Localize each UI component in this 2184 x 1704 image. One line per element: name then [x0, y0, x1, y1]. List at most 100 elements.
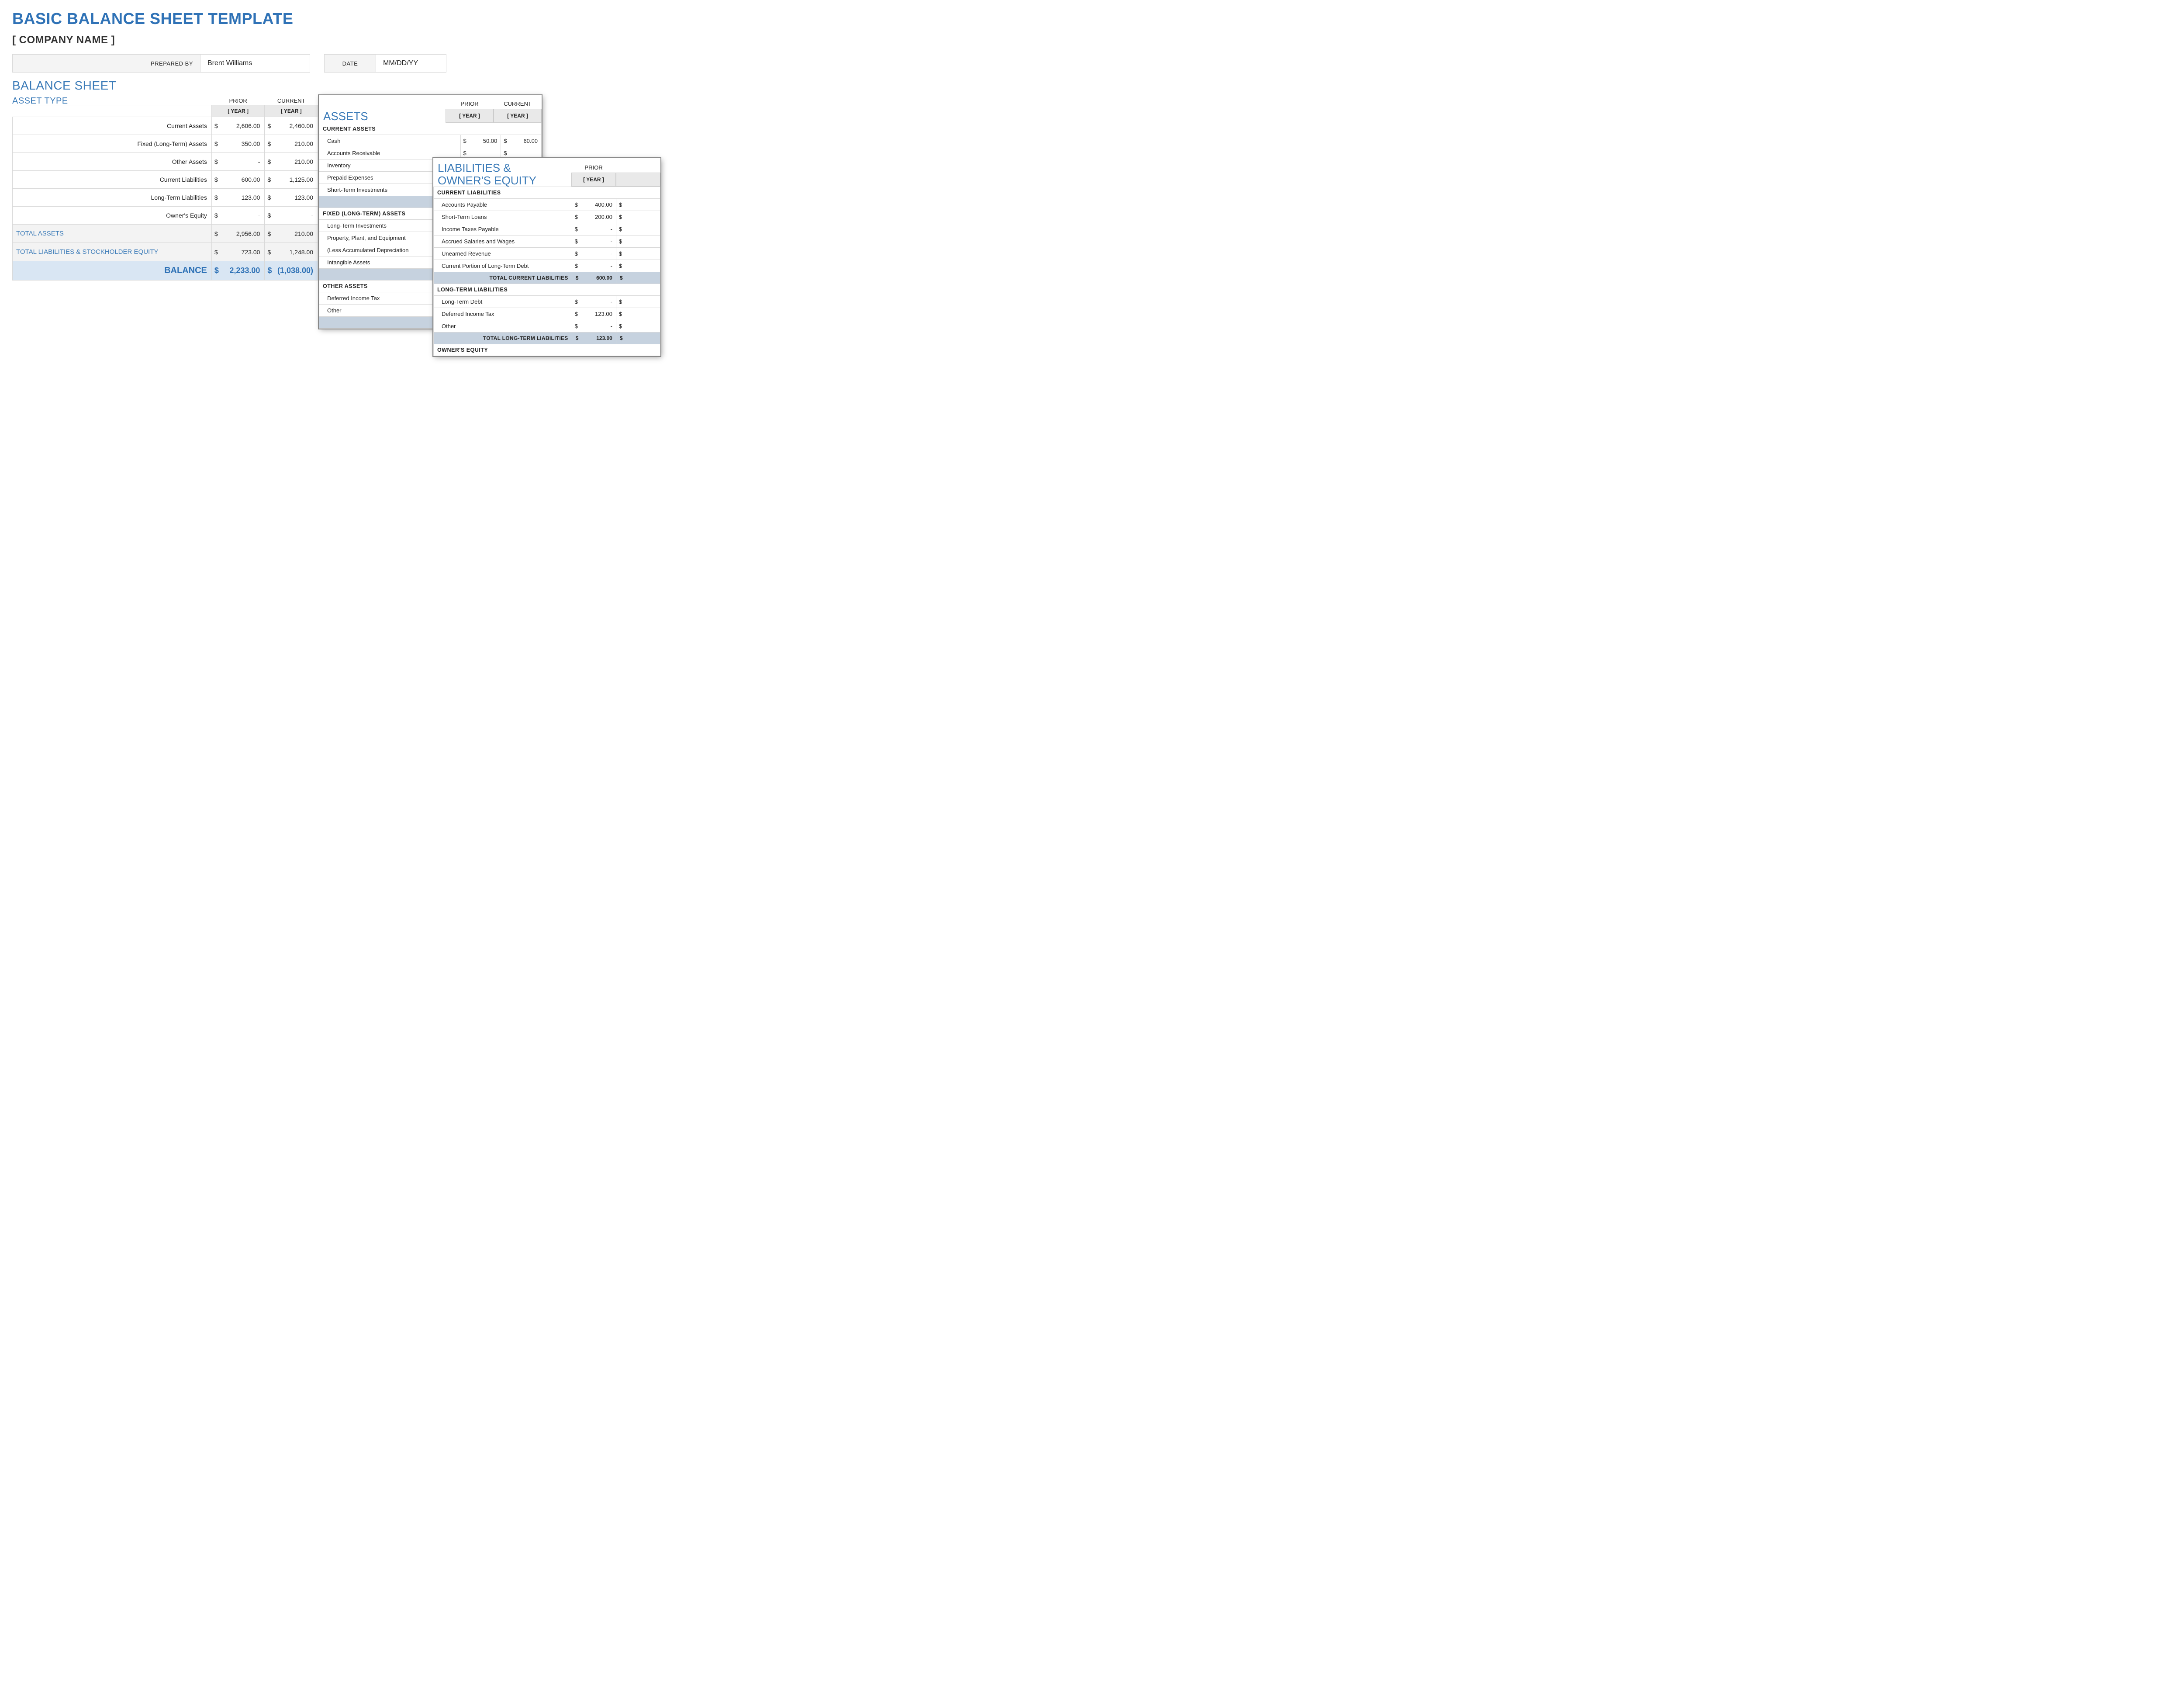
detail-prior[interactable]: -: [582, 260, 616, 272]
group-total-prior: 600.00: [582, 272, 616, 284]
detail-prior[interactable]: 200.00: [582, 211, 616, 223]
detail-prior[interactable]: -: [582, 296, 616, 308]
detail-label: Unearned Revenue: [434, 248, 572, 260]
detail-label: Cash: [319, 135, 461, 147]
detail-row: Cash$50.00$60.00: [319, 135, 542, 147]
row-current[interactable]: 210.00: [273, 153, 318, 171]
detail-row: Long-Term Debt$-$: [434, 296, 660, 308]
detail-current[interactable]: [508, 147, 542, 159]
assets-prior-year[interactable]: [ YEAR ]: [446, 109, 494, 123]
row-label: Current Assets: [13, 117, 212, 135]
group-header: OWNER'S EQUITY: [434, 344, 660, 356]
balance-sheet-title: BALANCE SHEET: [12, 79, 318, 93]
row-current[interactable]: 2,460.00: [273, 117, 318, 135]
group-total-prior: 123.00: [582, 332, 616, 344]
date-box: DATE MM/DD/YY: [324, 54, 446, 73]
total-liab-equity-label: TOTAL LIABILITIES & STOCKHOLDER EQUITY: [13, 243, 212, 261]
detail-prior[interactable]: -: [582, 223, 616, 236]
row-current[interactable]: 123.00: [273, 189, 318, 207]
row-current[interactable]: 1,125.00: [273, 171, 318, 189]
assets-current-label: CURRENT: [494, 99, 542, 109]
row-prior[interactable]: 2,606.00: [221, 117, 265, 135]
balance-row: BALANCE $ 2,233.00 $ (1,038.00): [13, 261, 318, 281]
detail-row: Income Taxes Payable$-$: [434, 223, 660, 236]
balance-current: (1,038.00): [273, 261, 318, 281]
row-current[interactable]: -: [273, 207, 318, 225]
row-prior[interactable]: -: [221, 153, 265, 171]
liab-prior-label: PRIOR: [571, 163, 616, 173]
detail-label: Deferred Income Tax: [434, 308, 572, 320]
group-header: CURRENT ASSETS: [319, 123, 542, 135]
detail-label: Accrued Salaries and Wages: [434, 236, 572, 248]
detail-label: Accounts Payable: [434, 199, 572, 211]
detail-prior[interactable]: 123.00: [582, 308, 616, 320]
total-assets-label: TOTAL ASSETS: [13, 225, 212, 243]
detail-prior[interactable]: -: [582, 320, 616, 332]
group-total: TOTAL CURRENT LIABILITIES$600.00$: [434, 272, 660, 284]
row-label: Owner's Equity: [13, 207, 212, 225]
detail-label: Other: [434, 320, 572, 332]
balance-prior: 2,233.00: [221, 261, 265, 281]
date-label: DATE: [325, 55, 376, 72]
detail-prior[interactable]: [467, 147, 501, 159]
row-prior[interactable]: 350.00: [221, 135, 265, 153]
row-label: Fixed (Long-Term) Assets: [13, 135, 212, 153]
detail-label: Short-Term Loans: [434, 211, 572, 223]
col-current-year[interactable]: [ YEAR ]: [265, 105, 318, 117]
detail-label: Current Portion of Long-Term Debt: [434, 260, 572, 272]
balance-summary-row: Current Liabilities$600.00$1,125.00: [13, 171, 318, 189]
total-assets-row: TOTAL ASSETS $ 2,956.00 $ 210.00: [13, 225, 318, 243]
detail-row: Other$-$: [434, 320, 660, 332]
detail-row: Accounts Payable$400.00$: [434, 199, 660, 211]
detail-row: Short-Term Loans$200.00$: [434, 211, 660, 223]
row-label: Long-Term Liabilities: [13, 189, 212, 207]
detail-current[interactable]: 60.00: [508, 135, 542, 147]
row-current[interactable]: 210.00: [273, 135, 318, 153]
balance-summary-row: Fixed (Long-Term) Assets$350.00$210.00: [13, 135, 318, 153]
prepared-by-value[interactable]: Brent Williams: [200, 55, 310, 72]
group-header: CURRENT LIABILITIES: [434, 187, 660, 199]
balance-summary-row: Current Assets$2,606.00$2,460.00: [13, 117, 318, 135]
liab-prior-year[interactable]: [ YEAR ]: [571, 173, 616, 187]
prepared-by-label: PREPARED BY: [13, 55, 200, 72]
col-prior-year[interactable]: [ YEAR ]: [211, 105, 265, 117]
balance-summary-row: Other Assets$-$210.00: [13, 153, 318, 171]
row-label: Current Liabilities: [13, 171, 212, 189]
row-prior[interactable]: 123.00: [221, 189, 265, 207]
date-value[interactable]: MM/DD/YY: [376, 55, 446, 72]
row-prior[interactable]: 600.00: [221, 171, 265, 189]
meta-row: PREPARED BY Brent Williams DATE MM/DD/YY: [12, 54, 636, 73]
detail-row: Deferred Income Tax$123.00$: [434, 308, 660, 320]
balance-label: BALANCE: [13, 261, 212, 281]
detail-row: Unearned Revenue$-$: [434, 248, 660, 260]
detail-label: Long-Term Debt: [434, 296, 572, 308]
balance-summary-row: Owner's Equity$-$-: [13, 207, 318, 225]
company-name[interactable]: [ COMPANY NAME ]: [12, 34, 636, 46]
total-assets-prior: 2,956.00: [221, 225, 265, 243]
row-prior[interactable]: -: [221, 207, 265, 225]
detail-prior[interactable]: -: [582, 248, 616, 260]
detail-prior[interactable]: -: [582, 236, 616, 248]
detail-row: Current Portion of Long-Term Debt$-$: [434, 260, 660, 272]
total-liab-equity-current: 1,248.00: [273, 243, 318, 261]
balance-summary-row: Long-Term Liabilities$123.00$123.00: [13, 189, 318, 207]
group-header: LONG-TERM LIABILITIES: [434, 284, 660, 296]
liabilities-card: LIABILITIES & OWNER'S EQUITY PRIOR [ YEA…: [433, 158, 660, 356]
assets-card-title: ASSETS: [323, 110, 368, 123]
total-assets-current: 210.00: [273, 225, 318, 243]
detail-prior[interactable]: 50.00: [467, 135, 501, 147]
liabilities-detail-table: CURRENT LIABILITIESAccounts Payable$400.…: [433, 187, 660, 356]
prepared-by-box: PREPARED BY Brent Williams: [12, 54, 310, 73]
detail-label: Income Taxes Payable: [434, 223, 572, 236]
total-liab-equity-prior: 723.00: [221, 243, 265, 261]
detail-label: Accounts Receivable: [319, 147, 461, 159]
liabilities-card-title: LIABILITIES & OWNER'S EQUITY: [438, 162, 551, 187]
balance-sheet-panel: BALANCE SHEET ASSET TYPE PRIOR CURRENT […: [12, 79, 318, 281]
liab-current-year[interactable]: [616, 173, 660, 187]
balance-summary-table: PRIOR CURRENT [ YEAR ] [ YEAR ] Current …: [12, 95, 318, 281]
detail-prior[interactable]: 400.00: [582, 199, 616, 211]
total-liab-equity-row: TOTAL LIABILITIES & STOCKHOLDER EQUITY $…: [13, 243, 318, 261]
row-label: Other Assets: [13, 153, 212, 171]
detail-row: Accounts Receivable$$: [319, 147, 542, 159]
assets-current-year[interactable]: [ YEAR ]: [494, 109, 542, 123]
